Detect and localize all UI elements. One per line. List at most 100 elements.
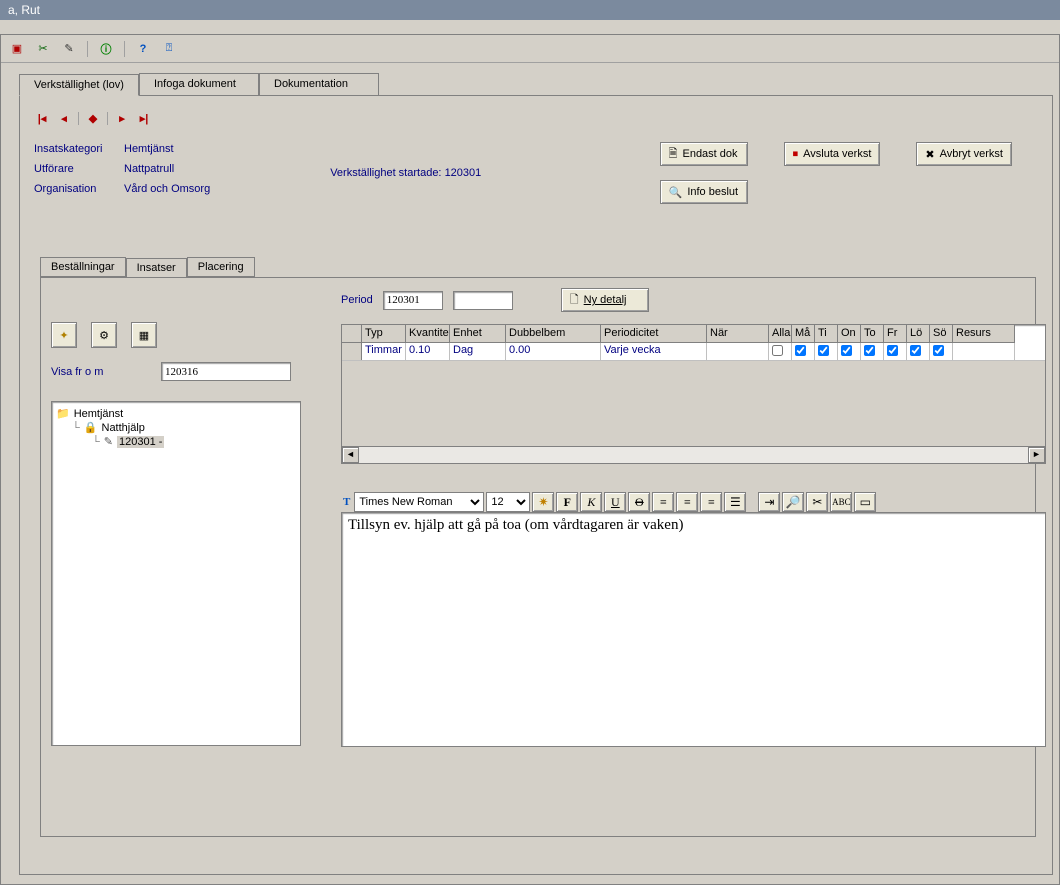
col-periodicitet[interactable]: Periodicitet [601, 325, 707, 343]
bold-button[interactable]: F [556, 492, 578, 512]
avbryt-verkst-button[interactable]: ✖ Avbryt verkst [916, 142, 1012, 166]
cell-on[interactable] [838, 343, 861, 360]
underline-button[interactable]: U [604, 492, 626, 512]
subtab-placering[interactable]: Placering [187, 257, 255, 277]
strike-button[interactable]: Ɵ [628, 492, 650, 512]
tool-button-2[interactable]: ⚙ [91, 322, 117, 348]
subtab-insatser[interactable]: Insatser [126, 258, 187, 278]
insert-button[interactable]: ⇥ [758, 492, 780, 512]
col-ma[interactable]: Må [792, 325, 815, 343]
col-to[interactable]: To [861, 325, 884, 343]
cell-periodicitet[interactable]: Varje vecka [601, 343, 707, 360]
find-button[interactable]: 🔎 [782, 492, 804, 512]
avsluta-verkst-button[interactable]: ⏹ Avsluta verkst [784, 142, 881, 166]
tree-leaf[interactable]: └ ✎ 120301 - [92, 435, 296, 448]
col-resurs[interactable]: Resurs [953, 325, 1015, 343]
endast-dok-button[interactable]: 🗎 Endast dok [660, 142, 748, 166]
tree-view[interactable]: 📁 Hemtjänst └ 🔒 Natthjälp └ ✎ 120301 - [51, 401, 301, 746]
col-ti[interactable]: Ti [815, 325, 838, 343]
editor-toolbar: T Times New Roman 12 ✷ F K U Ɵ ≡ ≡ ≡ ☰ [341, 492, 1046, 512]
checkbox-on[interactable] [841, 345, 852, 356]
action-button-row: 🗎 Endast dok 🔍 Info beslut ⏹ Avsluta ver… [660, 142, 1012, 204]
checkbox-alla[interactable] [772, 345, 783, 356]
nav-first-icon[interactable]: |◂ [34, 112, 50, 125]
cell-nar[interactable] [707, 343, 769, 360]
italic-button[interactable]: K [580, 492, 602, 512]
info-icon[interactable]: ⓘ [98, 41, 114, 57]
help-cursor-icon[interactable]: ⍰ [161, 41, 177, 57]
nav-next-icon[interactable]: ▸ [114, 112, 130, 125]
checkbox-to[interactable] [864, 345, 875, 356]
align-left-button[interactable]: ≡ [652, 492, 674, 512]
cell-alla[interactable] [769, 343, 792, 360]
tree-child[interactable]: └ 🔒 Natthjälp [72, 421, 296, 434]
palette-icon: ✷ [538, 495, 548, 510]
cell-ma[interactable] [792, 343, 815, 360]
col-lo[interactable]: Lö [907, 325, 930, 343]
tab-verkstallighet[interactable]: Verkställighet (lov) [19, 74, 139, 96]
subtab-bestallningar[interactable]: Beställningar [40, 257, 126, 277]
cell-kvantitet[interactable]: 0.10 [406, 343, 450, 360]
cell-enhet[interactable]: Dag [450, 343, 506, 360]
col-alla[interactable]: Alla [769, 325, 792, 343]
info-beslut-button[interactable]: 🔍 Info beslut [660, 180, 748, 204]
col-enhet[interactable]: Enhet [450, 325, 506, 343]
value-started: 120301 [445, 167, 482, 179]
help-icon[interactable]: ? [135, 41, 151, 57]
col-fr[interactable]: Fr [884, 325, 907, 343]
cell-so[interactable] [930, 343, 953, 360]
tree-root[interactable]: 📁 Hemtjänst [56, 407, 296, 420]
period-to-input[interactable] [453, 291, 513, 310]
image-button[interactable]: ▭ [854, 492, 876, 512]
toolbar-icon-1[interactable]: ▣ [9, 41, 25, 57]
align-right-button[interactable]: ≡ [700, 492, 722, 512]
scroll-left-icon[interactable]: ◄ [342, 447, 359, 463]
col-dubbelbem[interactable]: Dubbelbem [506, 325, 601, 343]
tool-button-1[interactable]: ✦ [51, 322, 77, 348]
cell-typ[interactable]: Timmar [362, 343, 406, 360]
nav-last-icon[interactable]: ▸| [136, 112, 152, 125]
font-size-select[interactable]: 12 [486, 492, 530, 512]
col-nar[interactable]: När [707, 325, 769, 343]
checkbox-lo[interactable] [910, 345, 921, 356]
col-kvantitet[interactable]: Kvantitet [406, 325, 450, 343]
cut-button[interactable]: ✂ [806, 492, 828, 512]
grid-row[interactable]: Timmar 0.10 Dag 0.00 Varje vecka [342, 343, 1045, 361]
ny-detalj-button[interactable]: 🗋 Ny detalj [561, 288, 649, 312]
right-column: Typ Kvantitet Enhet Dubbelbem Periodicit… [341, 324, 1025, 747]
tab-dokumentation[interactable]: Dokumentation [259, 73, 379, 95]
checkbox-so[interactable] [933, 345, 944, 356]
cell-ti[interactable] [815, 343, 838, 360]
cell-resurs[interactable] [953, 343, 1015, 360]
checkbox-ti[interactable] [818, 345, 829, 356]
nav-current-icon[interactable]: ◆ [85, 112, 101, 125]
visa-from-input[interactable] [161, 362, 291, 381]
tool-button-3[interactable]: ▦ [131, 322, 157, 348]
align-center-button[interactable]: ≡ [676, 492, 698, 512]
text-editor[interactable]: Tillsyn ev. hjälp att gå på toa (om vård… [341, 512, 1046, 747]
col-so[interactable]: Sö [930, 325, 953, 343]
spellcheck-button[interactable]: ABC [830, 492, 852, 512]
tab-infoga-dokument[interactable]: Infoga dokument [139, 73, 259, 95]
grid-h-scrollbar[interactable]: ◄ ► [342, 446, 1045, 463]
cell-fr[interactable] [884, 343, 907, 360]
cell-to[interactable] [861, 343, 884, 360]
col-typ[interactable]: Typ [362, 325, 406, 343]
period-from-input[interactable] [383, 291, 443, 310]
checkbox-fr[interactable] [887, 345, 898, 356]
toolbar-icon-3[interactable]: ✎ [61, 41, 77, 57]
font-select[interactable]: Times New Roman [354, 492, 484, 512]
cell-dubbelbem[interactable]: 0.00 [506, 343, 601, 360]
col-on[interactable]: On [838, 325, 861, 343]
scroll-right-icon[interactable]: ► [1028, 447, 1045, 463]
detail-grid[interactable]: Typ Kvantitet Enhet Dubbelbem Periodicit… [341, 324, 1046, 464]
color-button[interactable]: ✷ [532, 492, 554, 512]
toolbar-icon-2[interactable]: ✂ [35, 41, 51, 57]
pen-icon: ✎ [104, 435, 113, 448]
bullet-list-button[interactable]: ☰ [724, 492, 746, 512]
checkbox-ma[interactable] [795, 345, 806, 356]
align-center-icon: ≡ [684, 495, 691, 510]
scroll-track[interactable] [359, 447, 1028, 463]
nav-prev-icon[interactable]: ◂ [56, 112, 72, 125]
cell-lo[interactable] [907, 343, 930, 360]
